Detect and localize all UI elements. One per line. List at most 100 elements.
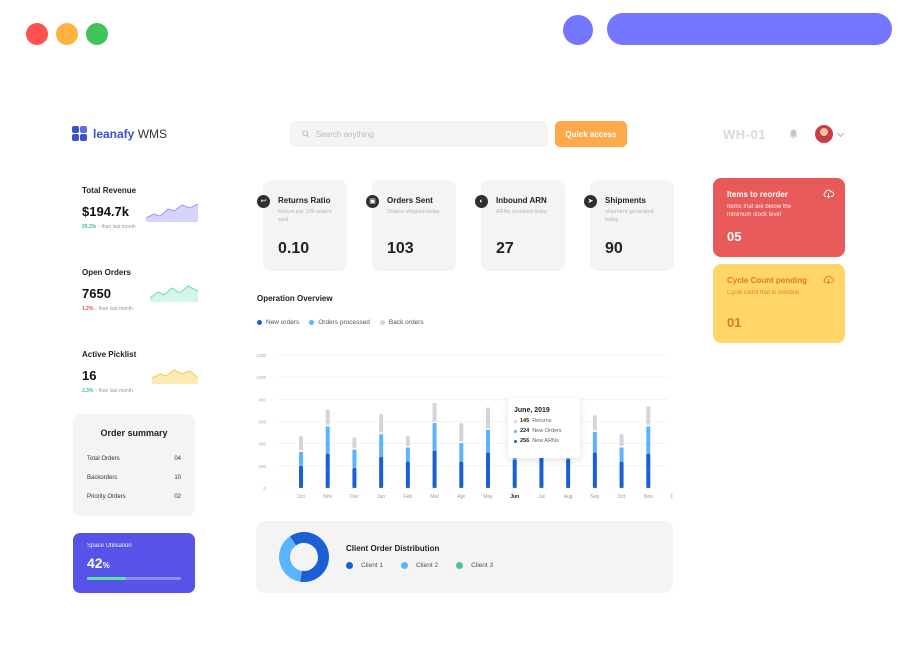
legend-client-1[interactable]: Client 1 <box>346 562 383 569</box>
alert-title: Cycle Count pending <box>727 276 807 285</box>
bar-orders-processed <box>646 426 651 454</box>
maximize-window-button[interactable] <box>86 23 108 45</box>
bar-new-orders <box>486 452 490 488</box>
card-inbound-arn[interactable]: ◐ Inbound ARN ARNs received today 27 <box>475 180 565 271</box>
stat-active-picklist: Active Picklist 16 2.3% ↑ than last mont… <box>82 350 202 394</box>
summary-row-total-orders[interactable]: Total Orders 04 <box>73 456 195 462</box>
card-title: Inbound ARN <box>496 196 547 205</box>
bar-orders-processed <box>486 429 490 453</box>
bar-new-orders <box>325 453 330 488</box>
x-tick-label: Nov <box>323 494 332 500</box>
summary-row-priority-orders[interactable]: Priority Orders 02 <box>73 494 195 500</box>
x-tick-label: Oct <box>618 494 626 500</box>
y-tick-label: 400 <box>258 442 266 447</box>
search-icon <box>302 130 310 138</box>
y-tick-label: 800 <box>258 397 266 402</box>
cloud-download-icon[interactable] <box>823 189 834 198</box>
warehouse-selector[interactable]: WH-01 <box>723 127 766 142</box>
y-tick-label: 0 <box>263 486 266 491</box>
alert-value: 05 <box>727 229 742 244</box>
chevron-down-icon[interactable] <box>836 129 845 138</box>
minimize-window-button[interactable] <box>56 23 78 45</box>
card-subtitle: shipment generated today <box>605 209 654 223</box>
chart-legend: New orders Orders processed Back orders <box>257 319 424 326</box>
bar-orders-processed <box>352 449 357 469</box>
browser-address-bar[interactable] <box>607 13 892 45</box>
bar-new-orders <box>619 461 624 488</box>
x-tick-label: May <box>483 494 493 500</box>
orders-sparkline <box>150 285 198 302</box>
order-summary-title: Order summary <box>100 428 168 438</box>
bar-new-orders <box>432 450 437 488</box>
bar-new-orders <box>299 465 303 488</box>
search-bar[interactable] <box>290 121 548 147</box>
box-icon: ▣ <box>366 195 379 208</box>
alert-title: Items to reorder <box>727 190 788 199</box>
bar-back-orders <box>405 436 410 446</box>
stat-title: Total Revenue <box>82 186 137 195</box>
x-tick-label: Sep <box>590 494 599 500</box>
bar-new-orders <box>646 453 651 488</box>
close-window-button[interactable] <box>26 23 48 45</box>
logo-text: leanafy WMS <box>93 126 168 141</box>
bar-back-orders <box>619 434 624 446</box>
stat-total-revenue: Total Revenue $194.7k 20.3% ↑ than last … <box>82 186 202 230</box>
bar-orders-processed <box>459 442 464 462</box>
space-utilisation-value: 42% <box>87 555 110 571</box>
x-tick-label: Jul <box>538 494 544 500</box>
card-value: 27 <box>496 240 514 257</box>
legend-client-3[interactable]: Client 3 <box>456 562 493 569</box>
bar-orders-processed <box>379 434 384 457</box>
quick-access-button[interactable]: Quick access <box>555 121 627 147</box>
app-logo[interactable]: leanafy WMS <box>72 126 167 141</box>
card-returns-ratio[interactable]: ↩ Returns Ratio Return per 100 orders se… <box>257 180 347 271</box>
user-avatar[interactable] <box>815 125 833 143</box>
operation-overview-title: Operation Overview <box>257 294 333 303</box>
x-tick-label: Feb <box>404 494 413 500</box>
bell-icon[interactable] <box>789 129 798 139</box>
card-shipments[interactable]: ➤ Shipments shipment generated today 90 <box>584 180 674 271</box>
x-tick-label: Aug <box>564 494 573 500</box>
client-distribution-donut <box>279 532 329 582</box>
legend-back-orders[interactable]: Back orders <box>379 319 424 326</box>
card-value: 103 <box>387 240 414 257</box>
x-tick-label: Apr <box>457 494 465 500</box>
x-tick-label: Dec <box>350 494 359 500</box>
bar-orders-processed <box>325 426 330 454</box>
bar-back-orders <box>592 415 597 431</box>
donut-slice-client-2[interactable] <box>279 536 303 582</box>
bar-orders-processed <box>592 431 597 453</box>
search-input[interactable] <box>316 129 516 139</box>
cycle-count-pending-card[interactable]: Cycle Count pending Cycle count that is … <box>713 264 845 343</box>
stat-open-orders: Open Orders 7650 1.2% ↓ than last month <box>82 268 202 312</box>
x-tick-label: Nov <box>644 494 653 500</box>
cloud-download-icon[interactable] <box>823 275 834 284</box>
bar-orders-processed <box>299 451 303 466</box>
y-tick-label: 600 <box>258 420 266 425</box>
items-to-reorder-card[interactable]: Items to reorder Items that are below th… <box>713 178 845 257</box>
alert-value: 01 <box>727 315 742 330</box>
x-tick-label: Jan <box>377 494 385 500</box>
bar-back-orders <box>459 423 464 442</box>
card-subtitle: Return per 100 orders sent <box>278 209 332 223</box>
alert-subtitle: Items that are below the minimum stock l… <box>727 204 792 219</box>
bar-new-orders <box>566 459 571 488</box>
stat-delta: 1.2% ↓ than last month <box>82 306 133 312</box>
send-icon: ➤ <box>584 195 597 208</box>
stat-delta: 2.3% ↑ than last month <box>82 388 133 394</box>
order-summary-card: Order summary Total Orders 04 Backorders 1… <box>73 414 195 516</box>
bar-back-orders <box>432 403 437 422</box>
window-controls <box>26 23 108 45</box>
space-utilisation-progress <box>87 577 181 580</box>
alert-subtitle: Cycle count that is overdue <box>727 290 800 296</box>
bar-back-orders <box>352 437 357 449</box>
card-orders-sent[interactable]: ▣ Orders Sent Orders shipped today 103 <box>366 180 456 271</box>
stat-title: Active Picklist <box>82 350 137 359</box>
legend-orders-processed[interactable]: Orders processed <box>309 319 370 326</box>
legend-client-2[interactable]: Client 2 <box>401 562 438 569</box>
bar-new-orders <box>405 461 410 488</box>
bar-new-orders <box>512 459 517 488</box>
legend-new-orders[interactable]: New orders <box>257 319 299 326</box>
bar-orders-processed <box>405 447 410 462</box>
summary-row-backorders[interactable]: Backorders 10 <box>73 475 195 481</box>
